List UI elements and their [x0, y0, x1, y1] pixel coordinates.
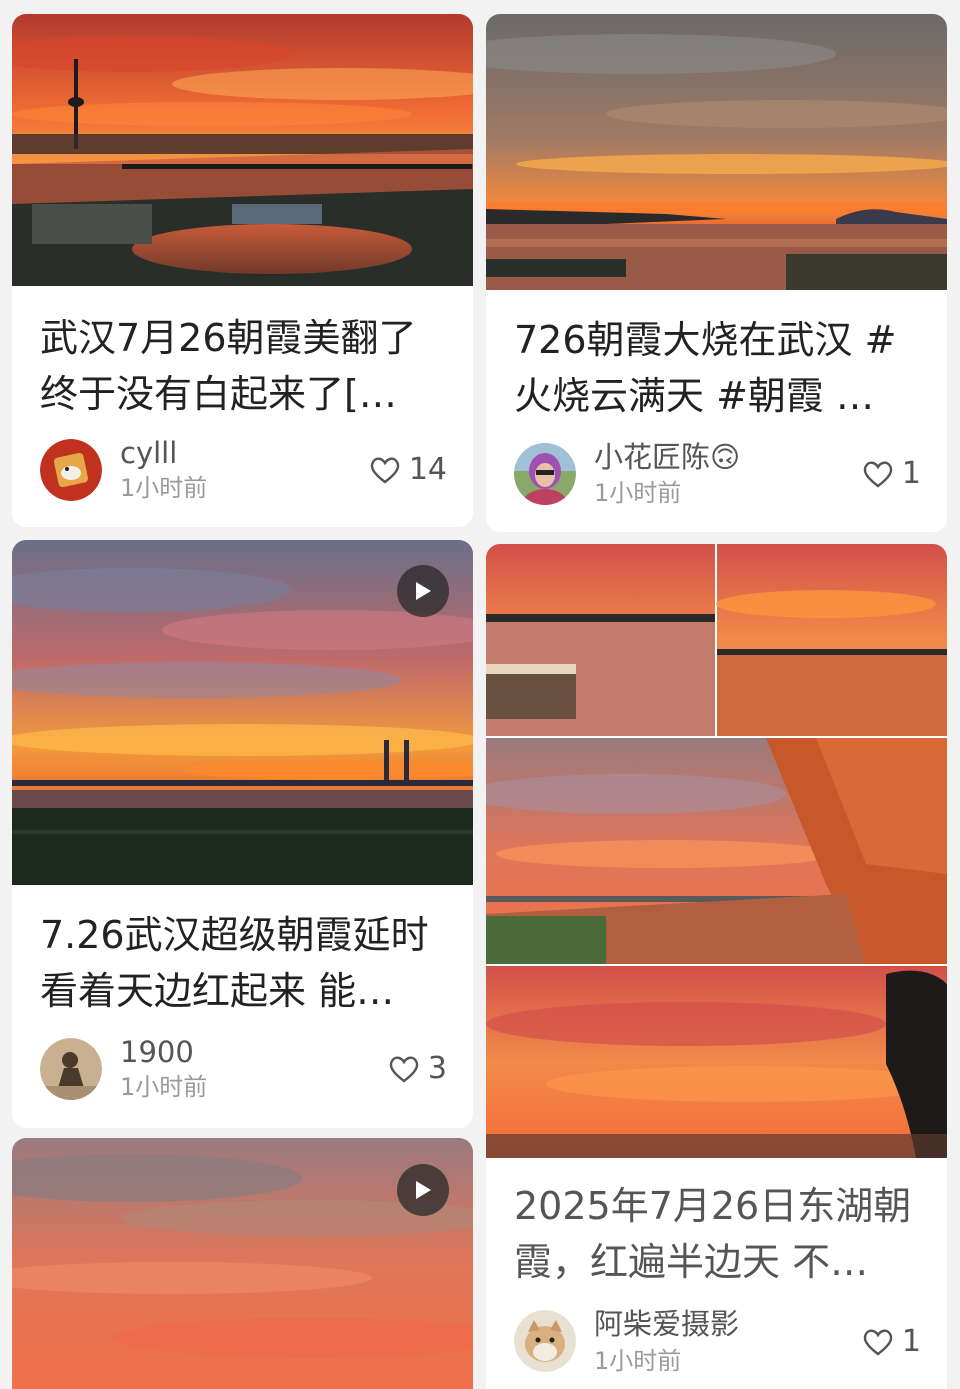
avatar[interactable]	[514, 1310, 576, 1372]
like-button[interactable]: 14	[369, 452, 447, 488]
like-button[interactable]: 3	[388, 1051, 447, 1087]
post-time: 1小时前	[120, 1073, 208, 1101]
post-image[interactable]	[12, 14, 473, 286]
title-line-1: 2025年7月26日东湖朝	[514, 1184, 912, 1228]
post-image[interactable]	[486, 14, 947, 290]
title-line-1: 武汉7月26朝霞美翻了	[40, 316, 417, 360]
post-card-2[interactable]: 726朝霞大烧在武汉 # 火烧云满天 #朝霞 … 小花匠陈🙃 1小时前 1	[486, 14, 947, 532]
post-time: 1小时前	[594, 1347, 682, 1375]
post-time: 1小时前	[120, 474, 208, 502]
play-icon	[416, 1181, 431, 1199]
play-icon	[416, 582, 431, 600]
like-count: 14	[408, 452, 447, 487]
post-title[interactable]: 7.26武汉超级朝霞延时 看着天边红起来 能…	[40, 907, 453, 1019]
like-count: 3	[427, 1051, 447, 1086]
like-button[interactable]: 1	[862, 456, 921, 492]
title-line-2: 火烧云满天 #朝霞 …	[514, 374, 874, 418]
post-title[interactable]: 726朝霞大烧在武汉 # 火烧云满天 #朝霞 …	[514, 312, 927, 424]
author-name[interactable]: 阿柴爱摄影	[594, 1307, 739, 1341]
post-title[interactable]: 武汉7月26朝霞美翻了 终于没有白起来了[…	[40, 310, 453, 422]
post-card-1[interactable]: 武汉7月26朝霞美翻了 终于没有白起来了[… cylll 1小时前 14	[12, 14, 473, 527]
like-button[interactable]: 1	[862, 1324, 921, 1360]
author-name[interactable]: 小花匠陈🙃	[594, 440, 740, 474]
title-line-2: 看着天边红起来 能…	[40, 969, 395, 1013]
avatar[interactable]	[40, 439, 102, 501]
author-name[interactable]: 1900	[120, 1035, 194, 1069]
heart-outline-icon	[863, 461, 893, 488]
post-title[interactable]: 2025年7月26日东湖朝 霞，红遍半边天 不…	[514, 1178, 927, 1290]
post-card-5[interactable]	[12, 1138, 473, 1389]
play-button[interactable]	[397, 1164, 449, 1216]
heart-outline-icon	[863, 1329, 893, 1356]
title-line-1: 726朝霞大烧在武汉 #	[514, 318, 897, 362]
title-line-2: 终于没有白起来了[…	[40, 372, 397, 416]
post-card-3[interactable]: 7.26武汉超级朝霞延时 看着天边红起来 能… 1900 1小时前 3	[12, 540, 473, 1128]
title-line-2: 霞，红遍半边天 不…	[514, 1240, 869, 1284]
like-count: 1	[901, 1324, 921, 1359]
title-line-1: 7.26武汉超级朝霞延时	[40, 913, 429, 957]
heart-outline-icon	[370, 457, 400, 484]
play-button[interactable]	[397, 565, 449, 617]
heart-outline-icon	[389, 1056, 419, 1083]
post-image-collage[interactable]	[486, 544, 947, 1158]
post-card-4[interactable]: 2025年7月26日东湖朝 霞，红遍半边天 不… 阿柴爱摄影 1小时前 1	[486, 544, 947, 1389]
avatar[interactable]	[514, 443, 576, 505]
author-name[interactable]: cylll	[120, 436, 177, 470]
avatar[interactable]	[40, 1038, 102, 1100]
post-time: 1小时前	[594, 479, 682, 507]
like-count: 1	[901, 456, 921, 491]
